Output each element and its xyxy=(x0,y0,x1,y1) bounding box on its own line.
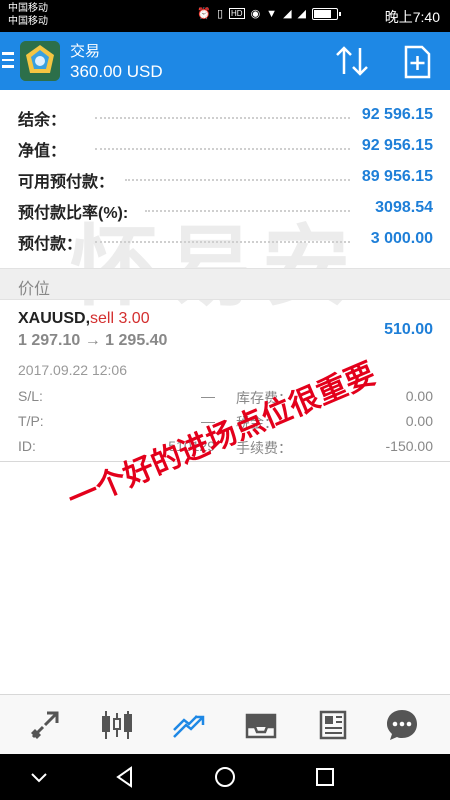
section-header-positions: 价位 xyxy=(0,268,450,300)
signal-4g-icon: ◢ xyxy=(283,8,292,20)
position-open-time: 2017.09.22 12:06 xyxy=(18,362,127,378)
detail-value: -150.00 xyxy=(385,438,433,454)
dotted-leader xyxy=(145,210,350,212)
detail-value: 0.00 xyxy=(405,388,433,404)
history-icon[interactable] xyxy=(243,707,279,743)
account-summary: 结余： 92 596.15 净值： 92 956.15 可用预付款： 89 95… xyxy=(0,100,450,255)
carrier-label-2: 中国移动 xyxy=(8,16,48,27)
summary-label: 可用预付款： xyxy=(18,174,115,191)
status-icons: ⏰ ▯ HD ◉ ▼ ◢ ◢ xyxy=(197,7,341,20)
status-bar: 中国移动 中国移动 ⏰ ▯ HD ◉ ▼ ◢ ◢ 晚上7:40 xyxy=(0,0,450,32)
dotted-leader xyxy=(95,241,350,243)
summary-label: 结余： xyxy=(18,112,67,129)
summary-value: 3098.54 xyxy=(375,199,433,216)
summary-row-balance: 结余： 92 596.15 xyxy=(0,100,450,131)
quotes-icon[interactable] xyxy=(27,707,63,743)
summary-row-free-margin: 可用预付款： 89 956.15 xyxy=(0,162,450,193)
detail-label: S/L: xyxy=(18,388,43,404)
menu-icon[interactable] xyxy=(2,52,14,68)
bottom-navigation xyxy=(0,694,450,754)
detail-value: — xyxy=(201,388,215,404)
collapse-icon[interactable] xyxy=(27,765,51,789)
wifi-icon: ▼ xyxy=(266,7,278,20)
summary-value: 89 956.15 xyxy=(361,168,433,185)
position-side: sell 3.00 xyxy=(90,310,150,327)
position-prices: 1 297.10 → 1 295.40 xyxy=(18,332,168,349)
clock: 晚上7:40 xyxy=(384,9,440,25)
back-icon[interactable] xyxy=(113,765,137,789)
toolbar-balance: 360.00 USD xyxy=(70,62,163,81)
detail-label: T/P: xyxy=(18,413,44,429)
vibrate-icon: ▯ xyxy=(216,8,223,20)
chart-icon[interactable] xyxy=(99,707,135,743)
dotted-leader xyxy=(95,117,350,119)
hd-icon: HD xyxy=(229,8,245,19)
app-toolbar: 交易 360.00 USD xyxy=(0,32,450,90)
home-icon[interactable] xyxy=(213,765,237,789)
news-icon[interactable] xyxy=(315,707,351,743)
app-logo[interactable] xyxy=(20,41,60,81)
summary-row-margin: 预付款： 3 000.00 xyxy=(0,224,450,255)
chat-icon[interactable] xyxy=(384,707,420,743)
recents-icon[interactable] xyxy=(313,765,337,789)
signal-2g-icon: ◢ xyxy=(297,8,306,20)
summary-label: 预付款比率(%): xyxy=(18,205,129,222)
dotted-leader xyxy=(125,179,350,181)
summary-value: 92 596.15 xyxy=(361,106,433,123)
battery-icon xyxy=(312,7,341,20)
detail-value: 0.00 xyxy=(405,413,433,429)
eye-icon: ◉ xyxy=(250,8,261,20)
new-order-icon[interactable] xyxy=(400,44,434,80)
trade-icon[interactable] xyxy=(171,707,207,743)
dotted-leader xyxy=(95,148,350,150)
summary-value: 92 956.15 xyxy=(361,137,433,154)
detail-label: ID: xyxy=(18,438,36,454)
alarm-icon: ⏰ xyxy=(197,8,211,20)
summary-value: 3 000.00 xyxy=(370,230,433,247)
summary-row-equity: 净值： 92 956.15 xyxy=(0,131,450,162)
summary-row-margin-level: 预付款比率(%): 3098.54 xyxy=(0,193,450,224)
toolbar-title: 交易 xyxy=(70,43,101,60)
summary-label: 预付款： xyxy=(18,236,83,253)
sort-icon[interactable] xyxy=(334,44,370,78)
carrier-label-1: 中国移动 xyxy=(8,3,48,14)
system-nav-bar xyxy=(0,754,450,800)
section-title: 价位 xyxy=(18,281,51,298)
summary-label: 净值： xyxy=(18,143,67,160)
position-symbol: XAUUSD, xyxy=(18,310,91,327)
